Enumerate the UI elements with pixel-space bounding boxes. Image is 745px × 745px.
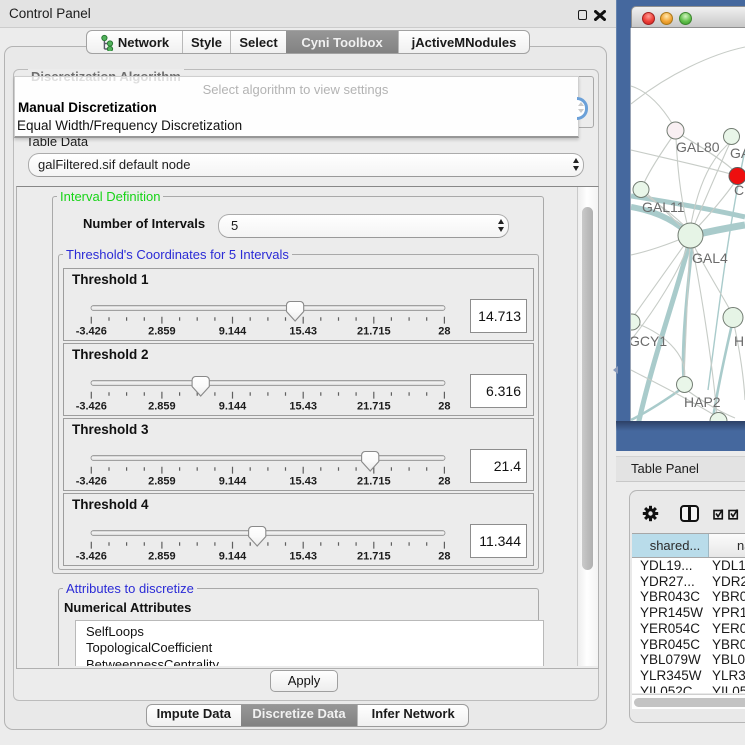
svg-text:GA: GA [730,145,745,161]
svg-text:21.715: 21.715 [357,476,391,488]
svg-text:21.715: 21.715 [357,551,391,563]
svg-text:2.859: 2.859 [148,476,176,488]
svg-text:2.859: 2.859 [148,551,176,563]
svg-text:15.43: 15.43 [289,326,317,338]
svg-text:9.144: 9.144 [219,476,247,488]
svg-text:HAP2: HAP2 [684,394,721,410]
svg-text:21.715: 21.715 [357,326,391,338]
svg-text:15.43: 15.43 [289,401,317,413]
svg-text:GAL80: GAL80 [676,139,720,155]
svg-text:28: 28 [438,551,450,563]
svg-text:9.144: 9.144 [219,401,247,413]
svg-text:-3.426: -3.426 [76,551,107,563]
svg-text:15.43: 15.43 [289,551,317,563]
svg-text:C: C [734,182,744,198]
svg-text:H: H [734,333,744,349]
svg-text:9.144: 9.144 [219,326,247,338]
svg-text:-3.426: -3.426 [76,326,107,338]
svg-text:15.43: 15.43 [289,476,317,488]
svg-text:-3.426: -3.426 [76,476,107,488]
svg-text:9.144: 9.144 [219,551,247,563]
svg-text:GCY1: GCY1 [631,333,667,349]
svg-text:GAL4: GAL4 [692,250,728,266]
svg-text:-3.426: -3.426 [76,401,107,413]
svg-text:GAL11: GAL11 [642,199,685,215]
svg-text:2.859: 2.859 [148,326,176,338]
svg-text:28: 28 [438,401,450,413]
svg-text:28: 28 [438,326,450,338]
svg-text:28: 28 [438,476,450,488]
svg-text:21.715: 21.715 [357,401,391,413]
svg-text:2.859: 2.859 [148,401,176,413]
